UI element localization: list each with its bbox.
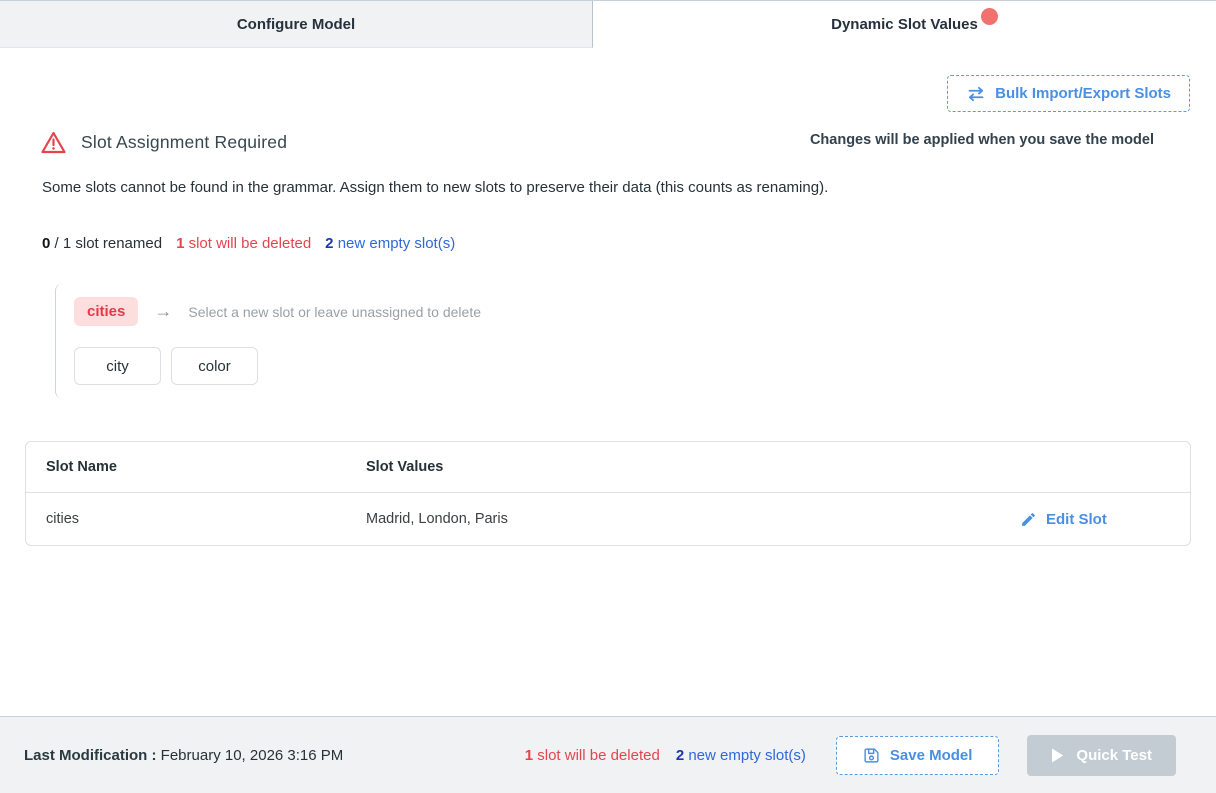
footer-deleted-label: slot will be deleted (537, 747, 660, 764)
notification-dot (981, 8, 998, 25)
pencil-icon (1020, 511, 1037, 528)
empty-count: 2 (325, 235, 333, 252)
slot-counters: 0 / 1 slot renamed 1 slot will be delete… (42, 235, 455, 252)
save-model-button[interactable]: Save Model (836, 736, 1000, 775)
column-header-slot-values: Slot Values (366, 459, 1020, 475)
warning-title: Slot Assignment Required (81, 132, 287, 153)
dynamic-slot-values-page: Configure Model Dynamic Slot Values Bulk… (0, 0, 1216, 793)
orphan-slot-chip[interactable]: cities (74, 297, 138, 326)
slot-name-cell: cities (26, 511, 366, 527)
quick-test-button[interactable]: Quick Test (1027, 735, 1176, 776)
footer-bar: Last Modification : February 10, 2026 3:… (0, 716, 1216, 793)
slot-assignment-warning: Slot Assignment Required (40, 130, 287, 155)
last-modification-value: February 10, 2026 3:16 PM (161, 747, 344, 764)
warning-description: Some slots cannot be found in the gramma… (42, 179, 828, 196)
footer-empty-count: 2 (676, 747, 684, 764)
tab-configure-model[interactable]: Configure Model (0, 1, 593, 48)
edit-slot-label: Edit Slot (1046, 511, 1107, 528)
apply-note: Changes will be applied when you save th… (810, 132, 1154, 148)
footer-actions: 1 slot will be deleted 2 new empty slot(… (525, 735, 1176, 776)
renamed-label: / 1 slot renamed (55, 235, 163, 252)
save-model-label: Save Model (890, 747, 973, 764)
slot-assignment-block: cities → Select a new slot or leave unas… (55, 283, 755, 399)
footer-deleted-counter: 1 slot will be deleted (525, 747, 660, 764)
tab-bar: Configure Model Dynamic Slot Values (0, 0, 1216, 48)
deleted-counter: 1 slot will be deleted (176, 235, 311, 252)
empty-counter: 2 new empty slot(s) (325, 235, 455, 252)
suggestion-button-city[interactable]: city (74, 347, 161, 385)
last-modification: Last Modification : February 10, 2026 3:… (24, 747, 343, 764)
renamed-counter: 0 / 1 slot renamed (42, 235, 162, 252)
bulk-import-export-label: Bulk Import/Export Slots (995, 85, 1171, 102)
last-modification-label: Last Modification : (24, 747, 157, 764)
assignment-hint: Select a new slot or leave unassigned to… (188, 304, 481, 320)
play-icon (1051, 748, 1064, 763)
swap-icon (966, 85, 986, 103)
column-header-slot-name: Slot Name (26, 459, 366, 475)
warning-icon (40, 130, 67, 155)
empty-label: new empty slot(s) (338, 235, 456, 252)
quick-test-label: Quick Test (1076, 747, 1152, 764)
footer-empty-counter: 2 new empty slot(s) (676, 747, 806, 764)
bulk-import-export-button[interactable]: Bulk Import/Export Slots (947, 75, 1190, 112)
renamed-count: 0 (42, 235, 50, 252)
slot-table-header: Slot Name Slot Values (26, 442, 1190, 493)
suggestion-button-color[interactable]: color (171, 347, 258, 385)
deleted-label: slot will be deleted (189, 235, 312, 252)
footer-empty-label: new empty slot(s) (688, 747, 806, 764)
tab-dynamic-slot-values-label: Dynamic Slot Values (831, 16, 978, 33)
edit-slot-button[interactable]: Edit Slot (1020, 511, 1107, 528)
arrow-right-icon: → (154, 301, 172, 322)
footer-deleted-count: 1 (525, 747, 533, 764)
tab-dynamic-slot-values[interactable]: Dynamic Slot Values (593, 1, 1216, 48)
deleted-count: 1 (176, 235, 184, 252)
save-icon (863, 747, 880, 764)
table-row: cities Madrid, London, Paris Edit Slot (26, 493, 1190, 545)
tab-configure-model-label: Configure Model (237, 16, 355, 33)
slot-values-cell: Madrid, London, Paris (366, 511, 1020, 527)
slot-table: Slot Name Slot Values cities Madrid, Lon… (25, 441, 1191, 546)
